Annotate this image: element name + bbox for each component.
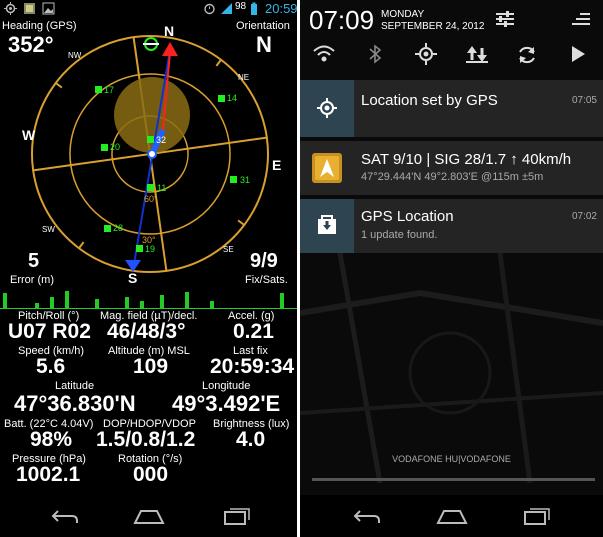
notification-location-set[interactable]: Location set by GPS 07:05	[300, 80, 603, 137]
compass-n: N	[164, 23, 174, 39]
elevation-label-60: 60°	[144, 194, 158, 204]
shade-time: 07:09	[309, 5, 375, 35]
compass-e: E	[272, 157, 281, 173]
bluetooth-icon[interactable]	[367, 44, 383, 64]
satellite-17	[95, 86, 102, 93]
svg-text:31: 31	[240, 175, 250, 185]
settings-sliders-icon[interactable]	[494, 10, 516, 28]
recents-button[interactable]	[222, 505, 252, 525]
compass-ne: NE	[238, 73, 249, 82]
shade-weekday: MONDAY	[381, 9, 425, 20]
notification-title: Location set by GPS	[361, 92, 498, 109]
recents-button[interactable]	[522, 505, 552, 525]
download-box-icon	[318, 215, 336, 234]
speed-value: 5.6	[36, 355, 66, 378]
gps-icon	[4, 2, 17, 15]
shade-date: SEPTEMBER 24, 2012	[381, 21, 485, 32]
svg-text:14: 14	[227, 93, 237, 103]
compass-se: SE	[223, 245, 234, 254]
notification-time: 07:05	[571, 95, 597, 106]
mag-field-value: 46/48/3°	[107, 320, 186, 343]
north-pointer	[162, 42, 178, 56]
notification-title: SAT 9/10 | SIG 28/1.7 ↑ 40km/h	[361, 151, 572, 168]
position-dot	[147, 149, 157, 159]
carrier-label: VODAFONE HU|VODAFONE	[392, 454, 511, 464]
notification-gps-status[interactable]: SAT 9/10 | SIG 28/1.7 ↑ 40km/h 47°29.444…	[300, 141, 603, 195]
gps-app-icon	[312, 153, 342, 183]
altitude-value: 109	[133, 355, 169, 378]
satellite-28	[104, 225, 111, 232]
notification-icon-bg	[300, 80, 354, 137]
fix-value: 9/9	[250, 250, 278, 272]
alarm-icon	[203, 2, 216, 15]
error-label: Error (m)	[10, 274, 54, 286]
notification-time: 07:02	[571, 211, 597, 222]
dop-value: 1.5/0.8/1.2	[96, 428, 196, 451]
home-button[interactable]	[133, 507, 165, 525]
notification-shade: 07:09 MONDAY SEPTEMBER 24, 2012 Location…	[300, 0, 603, 537]
pressure-value: 1002.1	[16, 463, 81, 486]
nav-bar	[300, 495, 603, 537]
satellite-19	[136, 245, 143, 252]
accel-value: 0.21	[233, 320, 274, 343]
back-button[interactable]	[352, 507, 382, 525]
wifi-icon[interactable]	[312, 44, 336, 64]
shade-handle[interactable]	[312, 478, 595, 481]
latitude-value: 47°36.830'N	[14, 391, 136, 416]
signal-strength-bars	[0, 291, 297, 309]
error-value: 5	[28, 250, 40, 272]
svg-text:11: 11	[157, 183, 166, 193]
app-icon	[23, 2, 36, 15]
status-bar: 98 20:59	[0, 0, 297, 18]
notification-subtitle: 47°29.444'N 49°2.803'E @115m ±5m	[361, 171, 544, 183]
brightness-value: 4.0	[236, 428, 266, 451]
notification-icon-bg	[300, 141, 354, 195]
notification-subtitle: 1 update found.	[361, 229, 438, 241]
status-time: 20:59	[265, 1, 297, 16]
compass-s: S	[128, 270, 137, 286]
svg-text:32: 32	[156, 135, 166, 145]
auto-rotate-icon[interactable]	[516, 44, 538, 66]
clear-all-icon[interactable]	[570, 10, 592, 28]
notification-gps-location[interactable]: GPS Location 1 update found. 07:02	[300, 199, 603, 253]
rotation-value: 000	[133, 463, 169, 486]
nav-bar	[0, 495, 297, 537]
notification-title: GPS Location	[361, 208, 454, 225]
compass-nw: NW	[68, 51, 82, 60]
back-button[interactable]	[50, 507, 80, 525]
pitch-roll-value: U07 R02	[8, 320, 91, 343]
signal-icon	[220, 2, 233, 15]
last-fix-value: 20:59:34	[210, 355, 295, 378]
svg-text:17: 17	[104, 85, 114, 95]
satellite-20	[101, 144, 108, 151]
fix-label: Fix/Sats.	[245, 274, 288, 286]
home-button[interactable]	[436, 507, 468, 525]
notification-icon-bg	[300, 199, 354, 253]
location-target-icon	[317, 98, 337, 118]
gps-status-screen: 98 20:59 Heading (GPS) 352° Orientation …	[0, 0, 297, 537]
battery-icon	[250, 2, 258, 15]
gps-toggle-icon[interactable]	[415, 43, 437, 65]
satellite-11	[147, 184, 154, 191]
longitude-value: 49°3.492'E	[172, 391, 281, 416]
satellite-14	[218, 95, 225, 102]
play-store-icon[interactable]	[570, 45, 586, 63]
battery-value: 98%	[30, 428, 73, 451]
map-background	[300, 253, 603, 483]
battery-percent: 98	[235, 1, 247, 12]
svg-text:19: 19	[145, 244, 155, 254]
satellite-31	[230, 176, 237, 183]
data-sync-icon[interactable]	[466, 44, 488, 64]
svg-text:20: 20	[110, 142, 120, 152]
svg-text:28: 28	[113, 223, 123, 233]
compass-w: W	[22, 127, 36, 143]
satellite-32	[147, 136, 154, 143]
compass-sw: SW	[42, 225, 55, 234]
image-icon	[42, 2, 55, 15]
